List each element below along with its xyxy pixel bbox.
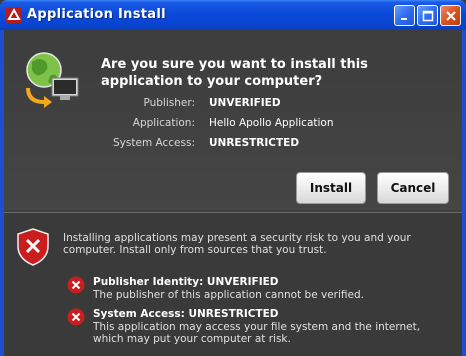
title-bar[interactable]: Application Install [0, 0, 466, 30]
close-button[interactable] [440, 5, 461, 26]
minimize-button[interactable] [394, 5, 415, 26]
cancel-button[interactable]: Cancel [377, 172, 449, 204]
air-app-icon [6, 7, 22, 23]
maximize-icon [422, 10, 433, 21]
error-x-icon [67, 276, 85, 294]
publisher-label: Publisher: [143, 97, 195, 109]
install-summary-panel: Are you sure you want to install this ap… [4, 30, 462, 210]
system-access-label: System Access: [113, 137, 195, 149]
security-warning-panel: Installing applications may present a se… [4, 213, 462, 356]
error-x-icon [67, 308, 85, 326]
application-label: Application: [132, 117, 195, 129]
security-warning-text: Installing applications may present a se… [63, 232, 411, 256]
system-access-value: UNRESTRICTED [209, 137, 300, 149]
dialog-body: Are you sure you want to install this ap… [4, 30, 462, 356]
window-title: Application Install [27, 7, 166, 22]
system-access-warning-description: This application may access your file sy… [93, 321, 421, 345]
security-shield-icon [17, 228, 49, 266]
install-button[interactable]: Install [296, 172, 366, 204]
publisher-identity-title: Publisher Identity: UNVERIFIED [93, 276, 279, 288]
install-confirmation-headline: Are you sure you want to install this ap… [101, 57, 368, 89]
publisher-identity-description: The publisher of this application cannot… [93, 289, 364, 301]
minimize-icon [400, 17, 407, 20]
application-value: Hello Apollo Application [209, 117, 334, 129]
close-icon [445, 10, 456, 21]
maximize-button[interactable] [417, 5, 438, 26]
publisher-value: UNVERIFIED [209, 97, 281, 109]
system-access-warning-title: System Access: UNRESTRICTED [93, 308, 279, 320]
install-dialog-window: Application Install Are you sure you wan… [0, 0, 466, 356]
